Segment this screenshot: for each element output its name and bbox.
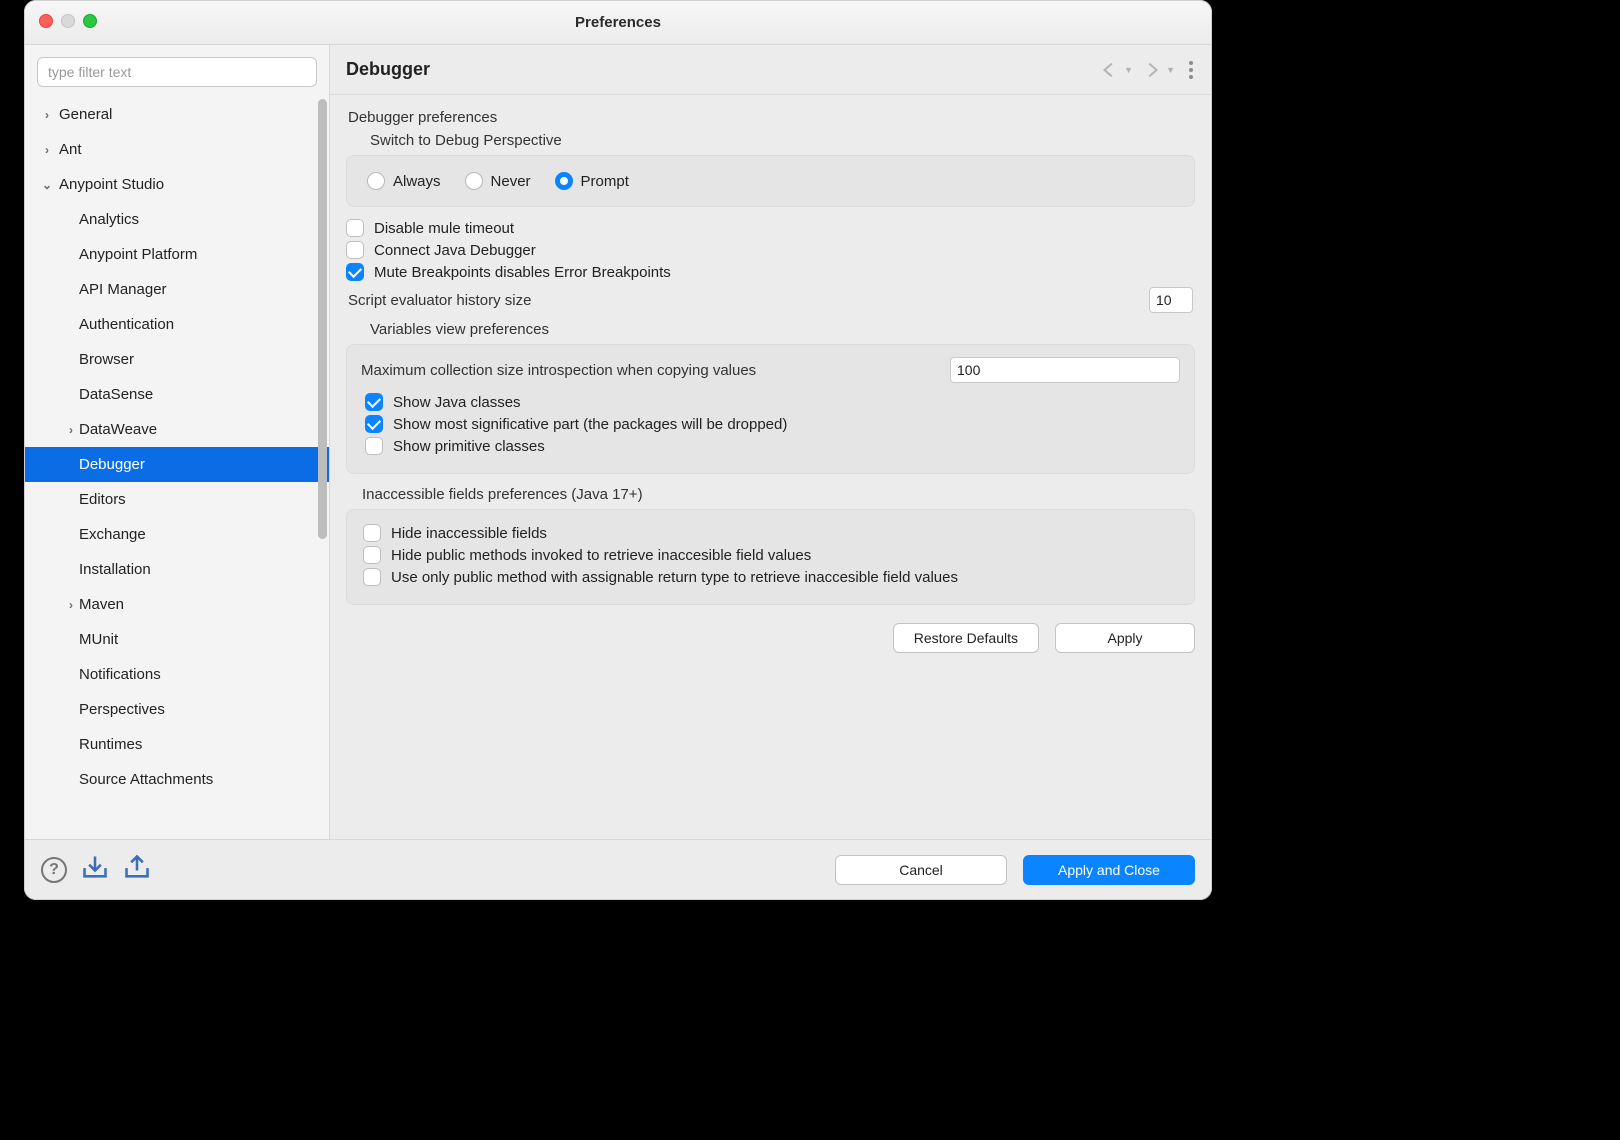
tree-item-exchange[interactable]: Exchange <box>25 517 329 552</box>
tree-item-label: Anypoint Studio <box>59 176 164 193</box>
tree-item-browser[interactable]: Browser <box>25 342 329 377</box>
mute-breakpoints-checkbox[interactable]: Mute Breakpoints disables Error Breakpoi… <box>346 263 1195 281</box>
overflow-menu-icon[interactable] <box>1187 59 1195 81</box>
tree-item-label: API Manager <box>79 281 167 298</box>
tree-item-label: Maven <box>79 596 124 613</box>
sidebar-scrollbar[interactable] <box>318 99 327 539</box>
disable-mule-timeout-checkbox[interactable]: Disable mule timeout <box>346 219 1195 237</box>
restore-defaults-button[interactable]: Restore Defaults <box>893 623 1039 653</box>
chevron-right-icon[interactable]: › <box>39 108 55 122</box>
tree-item-label: Authentication <box>79 316 174 333</box>
connect-java-debugger-checkbox[interactable]: Connect Java Debugger <box>346 241 1195 259</box>
minimize-window-icon[interactable] <box>61 14 75 28</box>
history-size-input[interactable] <box>1149 287 1193 313</box>
tree-item-label: Analytics <box>79 211 139 228</box>
tree-item-installation[interactable]: Installation <box>25 552 329 587</box>
tree-item-label: DataSense <box>79 386 153 403</box>
tree-item-api-manager[interactable]: API Manager <box>25 272 329 307</box>
import-preferences-icon[interactable] <box>81 853 109 886</box>
tree-item-label: Source Attachments <box>79 771 213 788</box>
radio-prompt[interactable]: Prompt <box>555 172 629 190</box>
switch-perspective-label: Switch to Debug Perspective <box>370 132 1197 149</box>
tree-item-label: MUnit <box>79 631 118 648</box>
tree-item-label: Perspectives <box>79 701 165 718</box>
content-pane: Debugger ▼ ▼ Debugger preferences Switch… <box>330 45 1211 839</box>
dialog-footer: ? Cancel Apply and Close <box>25 839 1211 899</box>
use-only-public-checkbox[interactable]: Use only public method with assignable r… <box>363 568 1178 586</box>
show-java-classes-checkbox[interactable]: Show Java classes <box>365 393 1178 411</box>
chevron-right-icon[interactable]: › <box>63 598 79 612</box>
chevron-down-icon[interactable]: ⌄ <box>39 178 55 192</box>
export-preferences-icon[interactable] <box>123 853 151 886</box>
radio-always[interactable]: Always <box>367 172 441 190</box>
debugger-preferences-label: Debugger preferences <box>348 109 1197 126</box>
tree-item-label: Anypoint Platform <box>79 246 197 263</box>
tree-item-label: Exchange <box>79 526 146 543</box>
tree-item-runtimes[interactable]: Runtimes <box>25 727 329 762</box>
tree-item-authentication[interactable]: Authentication <box>25 307 329 342</box>
tree-item-anypoint-platform[interactable]: Anypoint Platform <box>25 237 329 272</box>
variables-view-group: Maximum collection size introspection wh… <box>346 344 1195 474</box>
tree-item-label: Debugger <box>79 456 145 473</box>
tree-item-ant[interactable]: › Ant <box>25 132 329 167</box>
tree-item-label: Notifications <box>79 666 161 683</box>
apply-button[interactable]: Apply <box>1055 623 1195 653</box>
window-title: Preferences <box>575 14 661 31</box>
tree-item-label: General <box>59 106 112 123</box>
filter-input[interactable] <box>37 57 317 87</box>
tree-item-label: Ant <box>59 141 82 158</box>
tree-item-datasense[interactable]: DataSense <box>25 377 329 412</box>
nav-back-button[interactable]: ▼ <box>1097 57 1135 83</box>
content-header: Debugger ▼ ▼ <box>330 45 1211 95</box>
page-title: Debugger <box>346 59 430 80</box>
chevron-right-icon[interactable]: › <box>63 423 79 437</box>
nav-forward-button[interactable]: ▼ <box>1139 57 1177 83</box>
titlebar: Preferences <box>25 1 1211 45</box>
variables-view-label: Variables view preferences <box>370 321 1197 338</box>
show-primitive-checkbox[interactable]: Show primitive classes <box>365 437 1178 455</box>
radio-never[interactable]: Never <box>465 172 531 190</box>
tree-item-source-attachments[interactable]: Source Attachments <box>25 762 329 797</box>
show-significative-checkbox[interactable]: Show most significative part (the packag… <box>365 415 1178 433</box>
max-collection-input[interactable] <box>950 357 1180 383</box>
tree-item-debugger[interactable]: Debugger <box>25 447 329 482</box>
history-size-label: Script evaluator history size <box>348 292 531 309</box>
tree-item-maven[interactable]: ›Maven <box>25 587 329 622</box>
tree-item-notifications[interactable]: Notifications <box>25 657 329 692</box>
tree-item-label: Installation <box>79 561 151 578</box>
tree-item-anypoint-studio[interactable]: ⌄ Anypoint Studio <box>25 167 329 202</box>
max-collection-label: Maximum collection size introspection wh… <box>361 362 756 379</box>
tree-item-label: Editors <box>79 491 126 508</box>
chevron-right-icon[interactable]: › <box>39 143 55 157</box>
maximize-window-icon[interactable] <box>83 14 97 28</box>
help-icon[interactable]: ? <box>41 857 67 883</box>
apply-and-close-button[interactable]: Apply and Close <box>1023 855 1195 885</box>
window-traffic-lights <box>39 14 97 28</box>
inaccessible-fields-label: Inaccessible fields preferences (Java 17… <box>362 486 1197 503</box>
tree-item-dataweave[interactable]: ›DataWeave <box>25 412 329 447</box>
tree-item-analytics[interactable]: Analytics <box>25 202 329 237</box>
tree-item-editors[interactable]: Editors <box>25 482 329 517</box>
tree-item-label: Runtimes <box>79 736 142 753</box>
inaccessible-fields-group: Hide inaccessible fields Hide public met… <box>346 509 1195 605</box>
tree-item-general[interactable]: › General <box>25 97 329 132</box>
tree-item-label: DataWeave <box>79 421 157 438</box>
preferences-window: Preferences › General › Ant ⌄ Anypoint Studio… <box>24 0 1212 900</box>
tree-item-label: Browser <box>79 351 134 368</box>
preferences-sidebar: › General › Ant ⌄ Anypoint Studio Analytics Any… <box>25 45 330 839</box>
preferences-tree: › General › Ant ⌄ Anypoint Studio Analytics Any… <box>25 93 329 805</box>
switch-perspective-group: Always Never Prompt <box>346 155 1195 207</box>
hide-public-methods-checkbox[interactable]: Hide public methods invoked to retrieve … <box>363 546 1178 564</box>
tree-item-perspectives[interactable]: Perspectives <box>25 692 329 727</box>
close-window-icon[interactable] <box>39 14 53 28</box>
tree-item-munit[interactable]: MUnit <box>25 622 329 657</box>
cancel-button[interactable]: Cancel <box>835 855 1007 885</box>
hide-inaccessible-checkbox[interactable]: Hide inaccessible fields <box>363 524 1178 542</box>
